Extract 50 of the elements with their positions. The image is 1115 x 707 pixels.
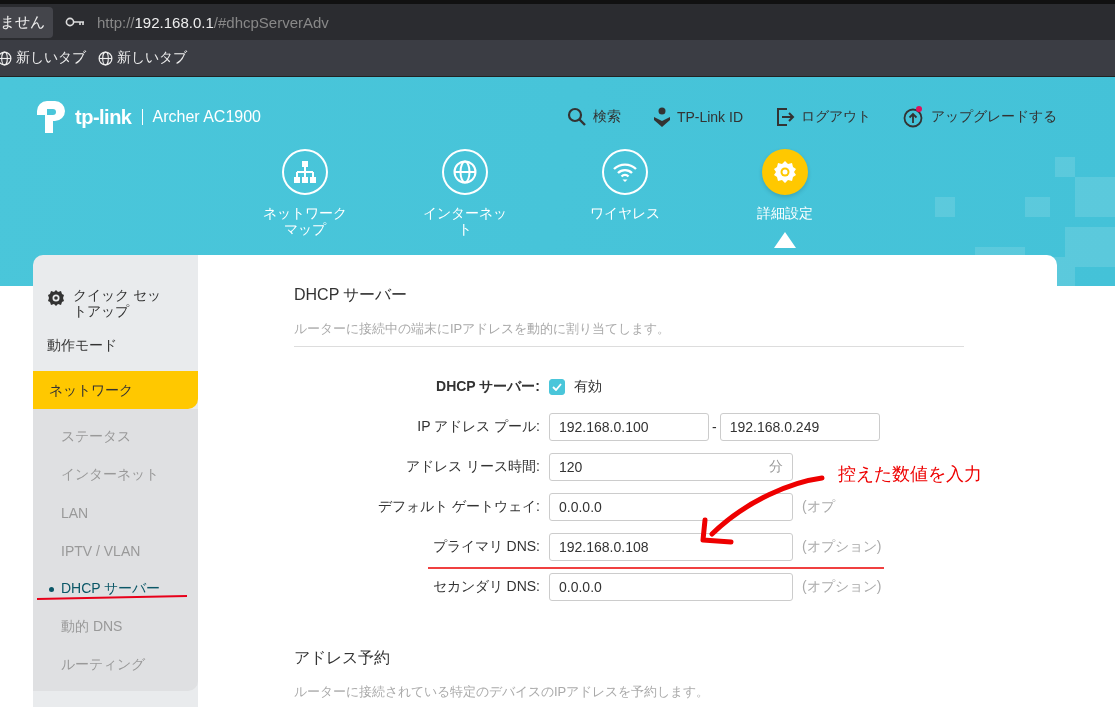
person-icon bbox=[652, 107, 671, 127]
input-field[interactable]: 0.0.0.0 bbox=[549, 493, 793, 521]
sidebar-item[interactable]: ネットワーク bbox=[33, 371, 198, 409]
globe-icon bbox=[0, 50, 12, 66]
section-title: アドレス予約 bbox=[294, 648, 391, 668]
checkbox[interactable] bbox=[549, 379, 565, 395]
field-hint: (オプション) bbox=[802, 578, 882, 596]
upgrade-icon bbox=[903, 106, 925, 128]
field-hint: (オプション) bbox=[802, 538, 882, 556]
annotation-note: 控えた数値を入力 bbox=[838, 463, 982, 486]
model-name: Archer AC1900 bbox=[152, 108, 261, 126]
address-bar[interactable]: http://192.168.0.1/#dhcpServerAdv bbox=[97, 13, 329, 31]
field-label: デフォルト ゲートウェイ: bbox=[377, 498, 540, 516]
header-link[interactable]: 検索 bbox=[566, 106, 621, 128]
globe-icon bbox=[98, 50, 113, 66]
input-field[interactable]: 192.168.0.108 bbox=[549, 533, 793, 561]
input-field[interactable]: 0.0.0.0 bbox=[549, 573, 793, 601]
sidebar-subitem[interactable]: DHCP サーバー bbox=[33, 570, 198, 608]
field-label: IP アドレス プール: bbox=[416, 418, 540, 436]
input-field[interactable]: 120 分 bbox=[549, 453, 793, 481]
field-hint: (オプ bbox=[802, 498, 835, 516]
bookmark[interactable]: 新しいタブ bbox=[0, 49, 86, 67]
checkbox-label: 有効 bbox=[574, 378, 602, 396]
field-label: セカンダリ DNS: bbox=[431, 578, 540, 596]
field-label: プライマリ DNS: bbox=[431, 538, 540, 556]
field-label: アドレス リース時間: bbox=[405, 458, 540, 476]
logout-icon bbox=[775, 107, 795, 127]
header-link[interactable]: ログアウト bbox=[775, 106, 871, 128]
input-field[interactable]: 192.168.0.100 bbox=[549, 413, 709, 441]
notification-dot bbox=[916, 106, 922, 112]
network-icon bbox=[292, 159, 318, 185]
header-link[interactable]: TP-Link ID bbox=[652, 106, 743, 128]
globe-icon bbox=[452, 159, 478, 185]
brand-name: tp-link bbox=[75, 105, 132, 129]
section-description: ルーターに接続中の端末にIPアドレスを動的に割り当てします。 bbox=[294, 320, 964, 347]
key-icon bbox=[65, 17, 85, 27]
gear-icon bbox=[47, 289, 65, 307]
gear-icon bbox=[772, 159, 798, 185]
input-field[interactable]: 192.168.0.249 bbox=[719, 413, 880, 441]
range-separator: - bbox=[712, 419, 717, 435]
browser-tab[interactable]: ません bbox=[0, 6, 53, 38]
field-label: DHCP サーバー: bbox=[435, 378, 540, 396]
search-icon bbox=[566, 107, 587, 127]
check-icon bbox=[552, 383, 562, 391]
sidebar-item[interactable]: クイック セットアップ bbox=[33, 287, 198, 319]
header-link[interactable]: アップグレードする bbox=[903, 106, 1057, 128]
section-description: ルーターに接続されている特定のデバイスのIPアドレスを予約します。 bbox=[294, 683, 964, 707]
bookmark[interactable]: 新しいタブ bbox=[98, 49, 187, 67]
section-title: DHCP サーバー bbox=[294, 285, 409, 305]
sidebar-item[interactable]: 動作モード bbox=[33, 337, 198, 353]
